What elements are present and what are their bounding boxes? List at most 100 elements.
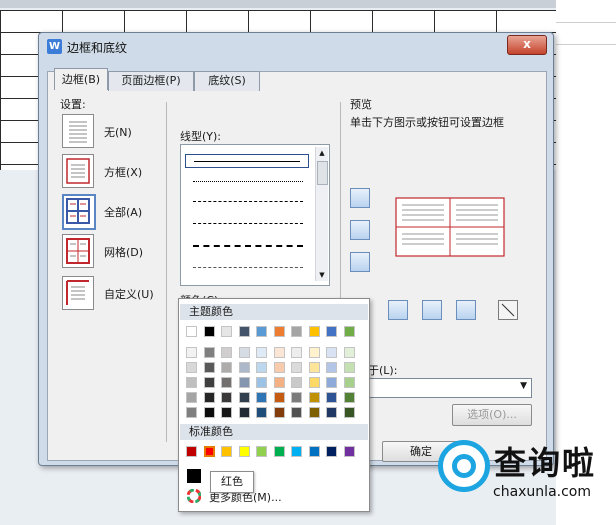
preview-diagram[interactable]	[394, 196, 506, 258]
theme-shade-swatch[interactable]	[343, 362, 355, 373]
setting-custom-option[interactable]	[62, 276, 94, 310]
theme-shade-swatch[interactable]	[326, 392, 337, 403]
theme-color-swatch[interactable]	[186, 326, 197, 337]
theme-shade-swatch[interactable]	[238, 347, 250, 358]
theme-shade-swatch[interactable]	[326, 362, 337, 373]
close-button[interactable]: x	[507, 35, 547, 55]
theme-shade-swatch[interactable]	[343, 407, 355, 418]
theme-shade-swatch[interactable]	[203, 362, 215, 373]
theme-shade-swatch[interactable]	[308, 392, 320, 403]
theme-shade-swatch[interactable]	[203, 407, 215, 418]
theme-shade-swatch[interactable]	[186, 407, 197, 418]
theme-shade-swatch[interactable]	[238, 377, 250, 388]
inner-horizontal-border-button[interactable]	[350, 220, 370, 240]
theme-shade-swatch[interactable]	[238, 407, 250, 418]
standard-color-swatch[interactable]	[221, 446, 232, 457]
theme-shade-swatch[interactable]	[308, 377, 320, 388]
color-tooltip: 红色	[210, 471, 254, 493]
theme-shade-swatch[interactable]	[343, 377, 355, 388]
theme-shade-swatch[interactable]	[326, 407, 337, 418]
line-style-selected[interactable]	[185, 154, 309, 168]
line-style-dash[interactable]	[193, 223, 303, 224]
standard-color-swatch[interactable]	[326, 446, 337, 457]
theme-shade-swatch[interactable]	[291, 392, 302, 403]
theme-shade-swatch[interactable]	[273, 392, 285, 403]
theme-shade-swatch[interactable]	[186, 392, 197, 403]
tab-borders[interactable]: 边框(B)	[54, 68, 108, 90]
theme-shade-swatch[interactable]	[221, 392, 232, 403]
standard-color-swatch[interactable]	[186, 446, 197, 457]
diagonal-border-button[interactable]	[498, 300, 518, 320]
line-style-long-dash[interactable]	[193, 245, 303, 247]
theme-shade-swatch[interactable]	[343, 347, 355, 358]
theme-shade-swatch[interactable]	[203, 377, 215, 388]
standard-color-swatch[interactable]	[343, 446, 355, 457]
theme-shade-swatch[interactable]	[291, 347, 302, 358]
setting-grid-option[interactable]	[62, 234, 94, 268]
theme-color-swatch[interactable]	[326, 326, 337, 337]
left-border-button[interactable]	[388, 300, 408, 320]
top-border-button[interactable]	[350, 188, 370, 208]
standard-color-swatch[interactable]	[238, 446, 250, 457]
theme-shade-swatch[interactable]	[326, 347, 337, 358]
theme-shade-swatch[interactable]	[273, 407, 285, 418]
line-style-dash-dot[interactable]	[193, 267, 303, 268]
theme-shade-swatch[interactable]	[291, 377, 302, 388]
theme-shade-swatch[interactable]	[291, 362, 302, 373]
options-button[interactable]: 选项(O)...	[452, 404, 532, 426]
theme-shade-swatch[interactable]	[273, 377, 285, 388]
theme-shade-swatch[interactable]	[221, 347, 232, 358]
line-style-small-dash[interactable]	[193, 201, 303, 202]
setting-box-option[interactable]	[62, 154, 94, 188]
theme-color-swatch[interactable]	[203, 326, 215, 337]
setting-all-option[interactable]	[62, 194, 96, 230]
right-border-button[interactable]	[456, 300, 476, 320]
theme-color-swatch[interactable]	[273, 326, 285, 337]
standard-color-swatch[interactable]	[308, 446, 320, 457]
tab-shading[interactable]: 底纹(S)	[194, 71, 260, 91]
theme-shade-swatch[interactable]	[221, 362, 232, 373]
watermark-brand: 查询啦	[494, 444, 597, 482]
theme-color-swatch[interactable]	[291, 326, 302, 337]
theme-shade-swatch[interactable]	[256, 392, 267, 403]
theme-shade-swatch[interactable]	[256, 407, 267, 418]
theme-shade-swatch[interactable]	[308, 362, 320, 373]
theme-color-swatch[interactable]	[221, 326, 232, 337]
standard-color-swatch[interactable]	[256, 446, 267, 457]
inner-vertical-border-button[interactable]	[422, 300, 442, 320]
theme-color-swatch[interactable]	[343, 326, 355, 337]
theme-shade-swatch[interactable]	[186, 377, 197, 388]
theme-color-swatch[interactable]	[308, 326, 320, 337]
theme-shade-swatch[interactable]	[308, 407, 320, 418]
apply-to-select[interactable]: ▼	[366, 378, 532, 398]
theme-color-swatch[interactable]	[238, 326, 250, 337]
theme-shade-swatch[interactable]	[273, 347, 285, 358]
theme-shade-swatch[interactable]	[186, 362, 197, 373]
theme-shade-swatch[interactable]	[256, 347, 267, 358]
line-style-dotted[interactable]	[193, 181, 303, 182]
line-style-scrollbar[interactable]: ▲ ▼	[315, 147, 328, 281]
line-style-list[interactable]: ▲ ▼	[180, 144, 330, 286]
recent-color-swatch[interactable]	[187, 469, 201, 483]
theme-shade-swatch[interactable]	[256, 377, 267, 388]
standard-color-swatch[interactable]	[203, 446, 215, 457]
theme-shade-swatch[interactable]	[221, 407, 232, 418]
theme-shade-swatch[interactable]	[186, 347, 197, 358]
theme-color-swatch[interactable]	[256, 326, 267, 337]
theme-shade-swatch[interactable]	[256, 362, 267, 373]
standard-color-swatch[interactable]	[291, 446, 302, 457]
theme-shade-swatch[interactable]	[203, 392, 215, 403]
theme-shade-swatch[interactable]	[221, 377, 232, 388]
theme-shade-swatch[interactable]	[238, 362, 250, 373]
bottom-border-button[interactable]	[350, 252, 370, 272]
tab-page-border[interactable]: 页面边框(P)	[108, 71, 194, 91]
theme-shade-swatch[interactable]	[291, 407, 302, 418]
theme-shade-swatch[interactable]	[238, 392, 250, 403]
theme-shade-swatch[interactable]	[343, 392, 355, 403]
theme-shade-swatch[interactable]	[308, 347, 320, 358]
theme-shade-swatch[interactable]	[326, 377, 337, 388]
setting-none-option[interactable]	[62, 114, 94, 148]
theme-shade-swatch[interactable]	[203, 347, 215, 358]
theme-shade-swatch[interactable]	[273, 362, 285, 373]
standard-color-swatch[interactable]	[273, 446, 285, 457]
